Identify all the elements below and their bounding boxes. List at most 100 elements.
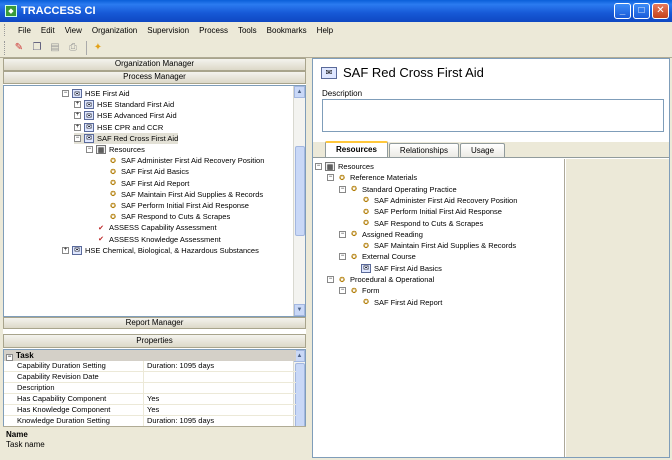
tree-item[interactable]: + ✉ HSE CPR and CCR bbox=[74, 122, 163, 133]
menu-organization[interactable]: Organization bbox=[87, 26, 142, 35]
assessment-icon: ✔ bbox=[98, 236, 104, 244]
resource-icon: ✪ bbox=[110, 202, 116, 210]
collapse-icon[interactable]: − bbox=[339, 287, 346, 295]
maximize-button[interactable]: □ bbox=[633, 3, 650, 19]
tree-item[interactable]: − ✪ Standard Operating Practice bbox=[339, 184, 457, 195]
tree-item[interactable]: ✪ SAF Respond to Cuts & Scrapes bbox=[351, 218, 483, 229]
tree-item[interactable]: ✔ ASSESS Knowledge Assessment bbox=[86, 234, 221, 245]
menu-help[interactable]: Help bbox=[312, 26, 338, 35]
tree-item[interactable]: ✪ SAF Perform Initial First Aid Response bbox=[98, 200, 249, 211]
process-manager-header[interactable]: Process Manager bbox=[3, 71, 306, 84]
tree-item[interactable]: ✪ SAF First Aid Report bbox=[98, 178, 189, 189]
tree-item[interactable]: − ✪ Reference Materials bbox=[327, 172, 417, 183]
scroll-up-arrow[interactable]: ▲ bbox=[294, 86, 305, 98]
tree-item[interactable]: ✔ ASSESS Capability Assessment bbox=[86, 222, 217, 233]
tree-item[interactable]: − ▦ Resources bbox=[315, 161, 374, 172]
menu-file[interactable]: File bbox=[13, 26, 36, 35]
panel-splitter[interactable] bbox=[307, 58, 311, 460]
tree-item[interactable]: ✪ SAF Administer First Aid Recovery Posit… bbox=[98, 155, 264, 166]
menu-view[interactable]: View bbox=[60, 26, 87, 35]
tree-item[interactable]: − ▦ Resources bbox=[86, 144, 145, 155]
star-icon[interactable]: ✦ bbox=[90, 40, 106, 56]
tree-item[interactable]: + ✉ HSE Chemical, Biological, & Hazardous … bbox=[62, 245, 259, 256]
property-value-text: Duration: 1095 days bbox=[147, 416, 215, 425]
collapse-icon[interactable]: − bbox=[86, 146, 93, 153]
tree-item[interactable]: + ✉ HSE Advanced First Aid bbox=[74, 110, 177, 121]
tree-item[interactable]: ✪ SAF Perform Initial First Aid Response bbox=[351, 206, 502, 217]
description-label: Description bbox=[322, 89, 363, 98]
tree-item[interactable]: ✪ SAF First Aid Report bbox=[351, 297, 442, 308]
collapse-icon[interactable]: − bbox=[339, 185, 346, 193]
minimize-button[interactable]: _ bbox=[614, 3, 631, 19]
property-help-description: Task name bbox=[6, 440, 45, 449]
property-value-text: Duration: 1095 days bbox=[147, 361, 215, 370]
property-row[interactable]: Description bbox=[4, 383, 296, 394]
collapse-icon[interactable]: − bbox=[6, 354, 13, 361]
folder-icon: ▦ bbox=[325, 162, 335, 171]
collapse-icon[interactable]: − bbox=[315, 163, 322, 170]
scroll-thumb[interactable] bbox=[295, 146, 305, 236]
pen-icon[interactable]: ✎ bbox=[11, 40, 27, 56]
tree-item[interactable]: − ✉ HSE First Aid bbox=[62, 88, 130, 99]
property-category[interactable]: − Task bbox=[4, 350, 296, 361]
tree-item[interactable]: + ✉ HSE Standard First Aid bbox=[74, 99, 174, 110]
tab-relationships[interactable]: Relationships bbox=[388, 143, 459, 157]
tree-item[interactable]: ✪ SAF Maintain First Aid Supplies & Recor… bbox=[351, 240, 516, 251]
property-value[interactable]: Duration: 1095 days bbox=[144, 361, 296, 371]
tree-item[interactable]: − ✪ Form bbox=[339, 285, 380, 296]
property-row[interactable]: Capability Revision Date bbox=[4, 372, 296, 383]
tree-item[interactable]: ✪ SAF First Aid Basics bbox=[98, 166, 189, 177]
property-value[interactable]: Duration: 1095 days bbox=[144, 416, 296, 426]
property-value[interactable] bbox=[144, 383, 296, 393]
tree-item-label: SAF Red Cross First Aid bbox=[97, 133, 179, 143]
tree-item-label: SAF Respond to Cuts & Scrapes bbox=[374, 218, 484, 228]
tree-item[interactable]: − ✪ Assigned Reading bbox=[339, 229, 423, 240]
collapse-icon[interactable]: − bbox=[327, 276, 334, 283]
collapse-icon[interactable]: − bbox=[74, 134, 81, 142]
scroll-down-arrow[interactable]: ▼ bbox=[294, 304, 305, 316]
property-row[interactable]: Has Knowledge Component Yes bbox=[4, 405, 296, 416]
tree-item[interactable]: − ✉ SAF Red Cross First Aid bbox=[74, 132, 179, 144]
menu-supervision[interactable]: Supervision bbox=[142, 26, 194, 35]
collapse-icon[interactable]: − bbox=[339, 253, 346, 261]
expand-icon[interactable]: + bbox=[62, 246, 69, 254]
tree-item[interactable]: ✪ SAF Respond to Cuts & Scrapes bbox=[98, 211, 230, 222]
app-icon: ◆ bbox=[5, 5, 17, 17]
description-field[interactable] bbox=[322, 99, 664, 132]
properties-header[interactable]: Properties bbox=[3, 334, 306, 348]
menu-tools[interactable]: Tools bbox=[233, 26, 262, 35]
menu-bookmarks[interactable]: Bookmarks bbox=[262, 26, 312, 35]
paste-icon[interactable]: ▤ bbox=[47, 40, 63, 56]
print-icon[interactable]: ⎙ bbox=[65, 40, 81, 56]
tree-item[interactable]: − ✪ Procedural & Operational bbox=[327, 274, 434, 285]
property-row[interactable]: Has Capability Component Yes bbox=[4, 394, 296, 405]
tree-item[interactable]: ✉ SAF First Aid Basics bbox=[351, 263, 442, 274]
menu-bar: File Edit View Organization Supervision … bbox=[0, 22, 672, 38]
property-row[interactable]: Capability Duration Setting Duration: 109… bbox=[4, 361, 296, 372]
property-name: Description bbox=[4, 383, 144, 393]
tree-item[interactable]: − ✪ External Course bbox=[339, 251, 416, 262]
property-value[interactable]: Yes bbox=[144, 405, 296, 415]
property-value[interactable]: Yes bbox=[144, 394, 296, 404]
property-name: Capability Revision Date bbox=[4, 372, 144, 382]
report-manager-header[interactable]: Report Manager bbox=[3, 317, 306, 329]
tab-resources[interactable]: Resources bbox=[325, 141, 388, 157]
expand-icon[interactable]: + bbox=[74, 101, 81, 109]
tree-scrollbar[interactable]: ▲ ▼ bbox=[293, 86, 305, 316]
property-value[interactable] bbox=[144, 372, 296, 382]
copy-icon[interactable]: ❐ bbox=[29, 40, 45, 56]
tree-item[interactable]: ✪ SAF Maintain First Aid Supplies & Recor… bbox=[98, 189, 263, 200]
task-icon: ✉ bbox=[321, 66, 337, 79]
menu-process[interactable]: Process bbox=[194, 26, 233, 35]
menu-edit[interactable]: Edit bbox=[36, 26, 60, 35]
collapse-icon[interactable]: − bbox=[339, 230, 346, 238]
tab-strip: Resources Relationships Usage bbox=[313, 141, 669, 158]
expand-icon[interactable]: + bbox=[74, 112, 81, 120]
expand-icon[interactable]: + bbox=[74, 123, 81, 131]
collapse-icon[interactable]: − bbox=[62, 90, 69, 97]
tree-item[interactable]: ✪ SAF Administer First Aid Recovery Posit… bbox=[351, 195, 517, 206]
organization-manager-header[interactable]: Organization Manager bbox=[3, 58, 306, 71]
collapse-icon[interactable]: − bbox=[327, 174, 334, 182]
close-button[interactable]: ✕ bbox=[652, 3, 669, 19]
tab-usage[interactable]: Usage bbox=[459, 143, 506, 157]
